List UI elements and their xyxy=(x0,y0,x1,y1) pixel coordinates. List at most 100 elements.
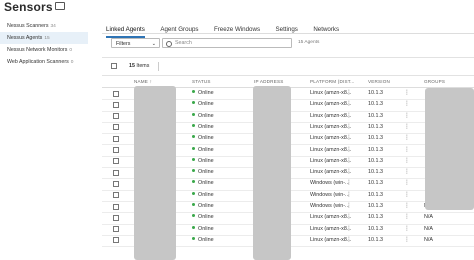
search-input[interactable]: Search xyxy=(162,38,292,48)
redacted-groups-overlay xyxy=(425,88,474,210)
status-online-icon xyxy=(192,169,195,173)
items-count: 15 Items xyxy=(129,58,149,75)
row-menu-icon[interactable]: ⋮ xyxy=(404,88,410,99)
agent-status: Online xyxy=(192,178,214,189)
row-menu-icon[interactable]: ⋮ xyxy=(404,122,410,133)
row-checkbox[interactable] xyxy=(113,226,119,233)
row-menu-icon[interactable]: ⋮ xyxy=(404,133,410,144)
agent-groups: N/A xyxy=(424,225,433,232)
sidebar-item-count: 0 xyxy=(69,48,73,53)
agent-status: Online xyxy=(192,99,214,110)
agents-count: 15 Agents xyxy=(298,40,320,45)
toolbar-divider xyxy=(158,62,159,71)
sidebar-item-nessus-scanners[interactable]: Nessus Scanners 34 xyxy=(0,20,88,32)
row-checkbox[interactable] xyxy=(113,124,119,131)
row-menu-icon[interactable]: ⋮ xyxy=(404,235,410,246)
tab-bar: Linked Agents Agent Groups Freeze Window… xyxy=(106,18,350,38)
column-header-name-label: NAME xyxy=(134,79,149,84)
row-menu-icon[interactable]: ⋮ xyxy=(346,88,352,99)
row-checkbox[interactable] xyxy=(113,101,119,108)
row-menu-icon[interactable]: ⋮ xyxy=(346,235,352,246)
row-menu-icon[interactable]: ⋮ xyxy=(404,145,410,156)
status-label: Online xyxy=(198,203,214,209)
row-checkbox[interactable] xyxy=(113,192,119,199)
column-header-version[interactable]: VERSION xyxy=(368,76,390,87)
agent-status: Online xyxy=(192,88,214,99)
status-label: Online xyxy=(198,123,214,130)
row-menu-icon[interactable]: ⋮ xyxy=(346,145,352,156)
row-checkbox[interactable] xyxy=(113,237,119,244)
sidebar-item-nessus-agents[interactable]: Nessus Agents 15 xyxy=(0,32,88,44)
column-header-groups[interactable]: GROUPS xyxy=(424,76,445,87)
row-checkbox[interactable] xyxy=(113,214,119,221)
agent-version: 10.1.3 xyxy=(368,157,383,164)
sidebar-item-nessus-network-monitors[interactable]: Nessus Network Monitors 0 xyxy=(0,44,88,56)
status-online-icon xyxy=(192,180,195,184)
agent-version: 10.1.3 xyxy=(368,169,383,176)
select-all-checkbox[interactable] xyxy=(111,63,117,69)
tab-freeze-windows[interactable]: Freeze Windows xyxy=(214,23,260,37)
row-checkbox[interactable] xyxy=(113,113,119,120)
agent-status: Online xyxy=(192,156,214,167)
row-menu-icon[interactable]: ⋮ xyxy=(404,224,410,235)
tab-agent-groups[interactable]: Agent Groups xyxy=(160,23,198,37)
row-menu-icon[interactable]: ⋮ xyxy=(346,156,352,167)
column-header-status[interactable]: STATUS xyxy=(192,76,211,87)
row-menu-icon[interactable]: ⋮ xyxy=(346,167,352,178)
agent-status: Online xyxy=(192,122,214,133)
agent-status: Online xyxy=(192,190,214,201)
status-online-icon xyxy=(192,146,195,150)
row-menu-icon[interactable]: ⋮ xyxy=(404,156,410,167)
row-menu-icon[interactable]: ⋮ xyxy=(346,178,352,189)
agent-version: 10.1.3 xyxy=(368,123,383,130)
row-menu-icon[interactable]: ⋮ xyxy=(404,201,410,212)
status-online-icon xyxy=(192,214,195,218)
row-menu-icon[interactable]: ⋮ xyxy=(346,122,352,133)
search-icon xyxy=(166,41,172,47)
row-menu-icon[interactable]: ⋮ xyxy=(404,111,410,122)
row-checkbox[interactable] xyxy=(113,90,119,97)
row-menu-icon[interactable]: ⋮ xyxy=(346,212,352,223)
row-checkbox[interactable] xyxy=(113,158,119,165)
row-menu-icon[interactable]: ⋮ xyxy=(404,167,410,178)
sidebar-item-web-application-scanners[interactable]: Web Application Scanners 0 xyxy=(0,56,88,68)
agent-version: 10.1.3 xyxy=(368,101,383,108)
row-menu-icon[interactable]: ⋮ xyxy=(404,99,410,110)
row-menu-icon[interactable]: ⋮ xyxy=(346,99,352,110)
row-menu-icon[interactable]: ⋮ xyxy=(346,190,352,201)
row-menu-icon[interactable]: ⋮ xyxy=(346,224,352,235)
row-menu-icon[interactable]: ⋮ xyxy=(346,133,352,144)
agent-version: 10.1.3 xyxy=(368,191,383,198)
status-label: Online xyxy=(198,112,214,119)
status-label: Online xyxy=(198,135,214,142)
agent-status: Online xyxy=(192,133,214,144)
tab-settings[interactable]: Settings xyxy=(276,23,298,37)
agent-status: Online xyxy=(192,224,214,235)
row-checkbox[interactable] xyxy=(113,147,119,153)
agent-status: Online xyxy=(192,235,214,246)
status-label: Online xyxy=(198,169,214,176)
row-menu-icon[interactable]: ⋮ xyxy=(404,212,410,223)
status-label: Online xyxy=(198,180,214,187)
sidebar-item-label: Web Application Scanners xyxy=(7,59,69,65)
agent-status: Online xyxy=(192,201,214,212)
column-header-platform[interactable]: PLATFORM (DIST... xyxy=(310,76,355,87)
row-checkbox[interactable] xyxy=(113,203,119,210)
tab-networks[interactable]: Networks xyxy=(313,23,339,37)
sidebar-item-count: 34 xyxy=(50,24,56,29)
status-online-icon xyxy=(192,157,195,161)
row-menu-icon[interactable]: ⋮ xyxy=(346,201,352,212)
table-toolbar: 15 Items xyxy=(102,57,474,76)
row-menu-icon[interactable]: ⋮ xyxy=(404,178,410,189)
row-menu-icon[interactable]: ⋮ xyxy=(346,111,352,122)
agent-version: 10.1.3 xyxy=(368,225,383,232)
row-checkbox[interactable] xyxy=(113,135,119,142)
agent-version: 10.1.3 xyxy=(368,203,383,209)
row-checkbox[interactable] xyxy=(113,169,119,176)
row-menu-icon[interactable]: ⋮ xyxy=(404,190,410,201)
row-checkbox[interactable] xyxy=(113,180,119,187)
tab-linked-agents[interactable]: Linked Agents xyxy=(106,23,145,38)
agent-version: 10.1.3 xyxy=(368,112,383,119)
filters-dropdown[interactable]: Filters ⌄ xyxy=(111,38,160,48)
status-online-icon xyxy=(192,203,195,206)
